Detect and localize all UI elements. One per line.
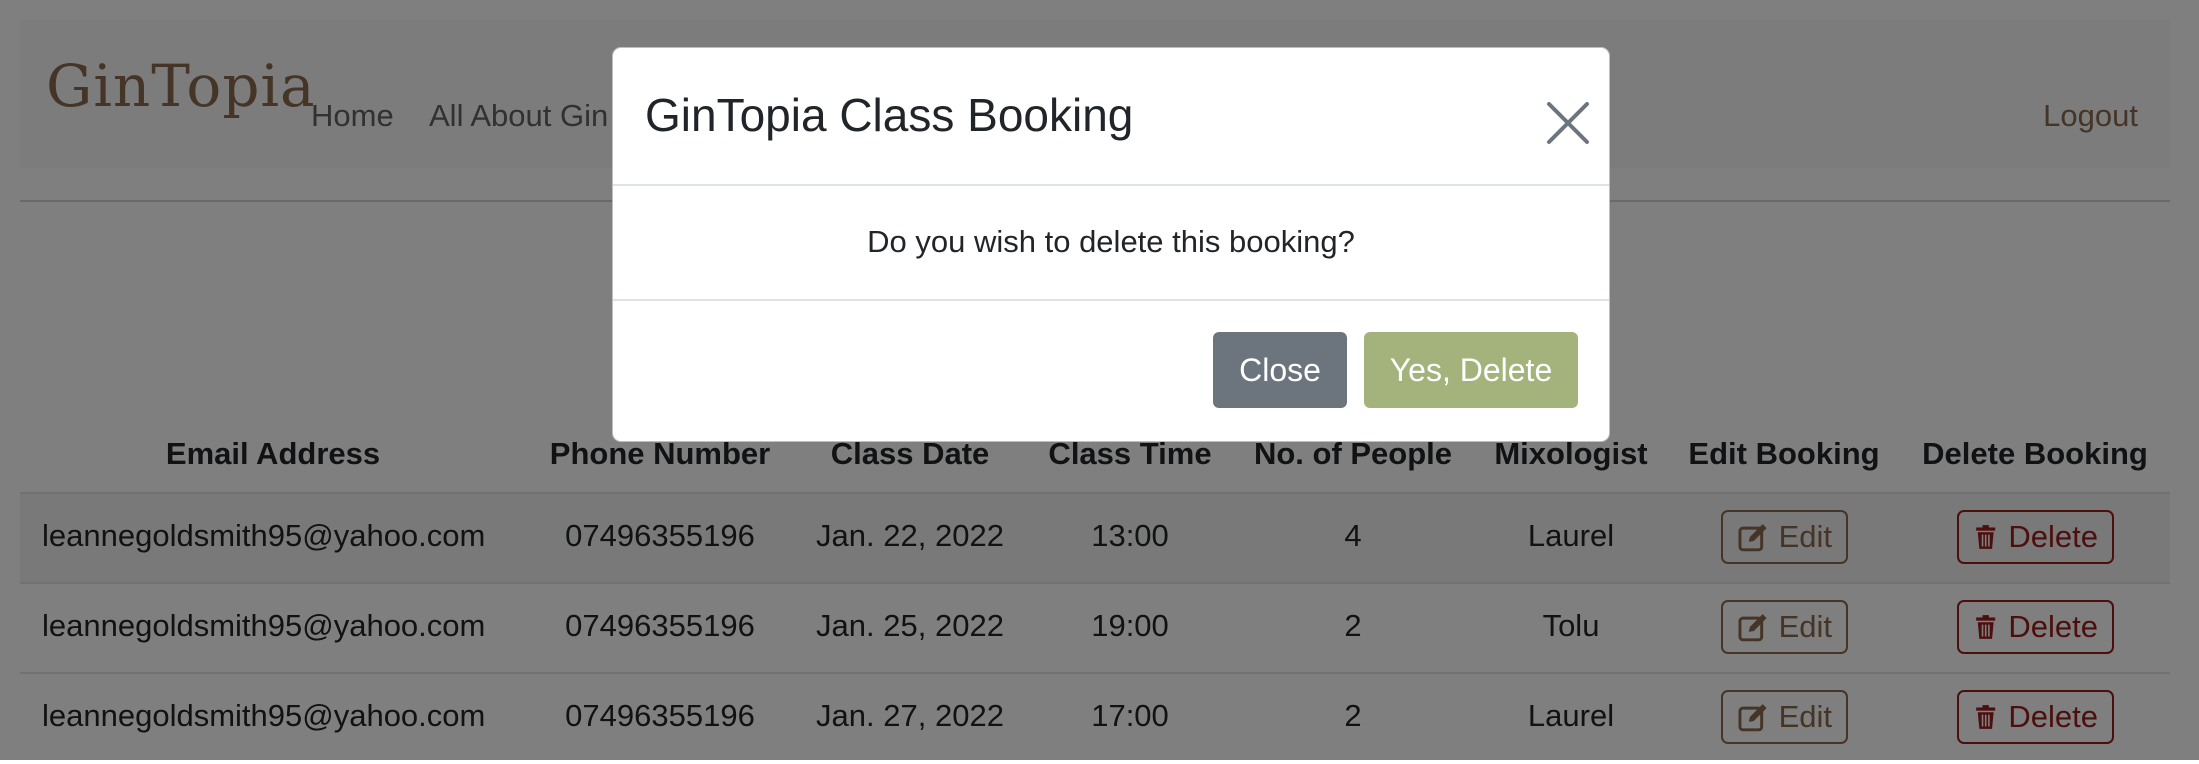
delete-booking-modal: GinTopia Class Booking Do you wish to de… bbox=[612, 47, 1610, 442]
page: GinTopia Home All About Gin Logout Email… bbox=[0, 0, 2199, 760]
modal-header: GinTopia Class Booking bbox=[613, 48, 1609, 186]
modal-message: Do you wish to delete this booking? bbox=[867, 224, 1355, 259]
close-icon[interactable] bbox=[1543, 98, 1593, 148]
confirm-delete-button[interactable]: Yes, Delete bbox=[1364, 332, 1578, 408]
modal-title: GinTopia Class Booking bbox=[645, 89, 1134, 141]
close-button[interactable]: Close bbox=[1213, 332, 1347, 408]
modal-body: Do you wish to delete this booking? bbox=[613, 186, 1609, 301]
